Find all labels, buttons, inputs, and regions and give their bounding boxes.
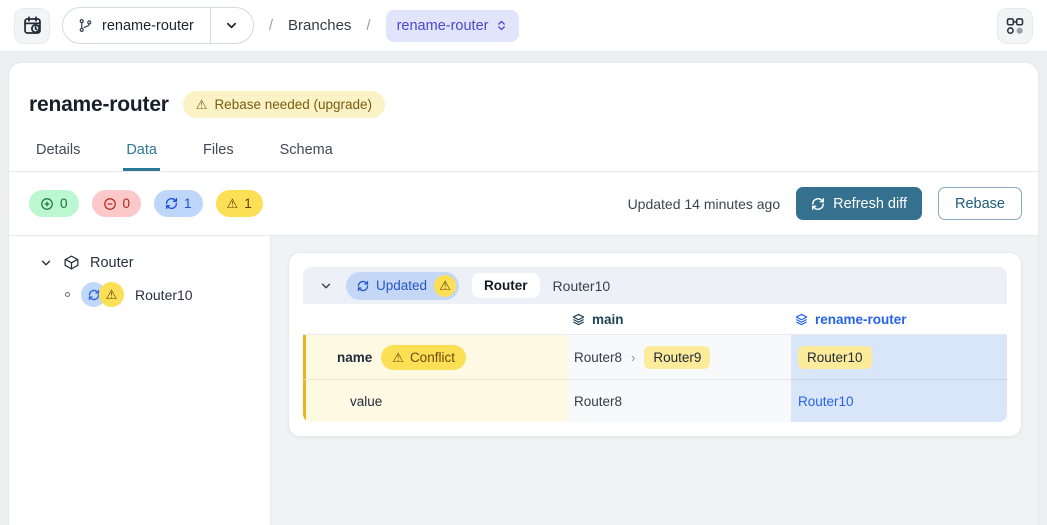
diff-table: Updated ⚠ Router Router10 <box>303 267 1007 422</box>
diff-grid: main rename-router name ⚠ <box>303 304 1007 422</box>
refresh-icon <box>165 197 178 210</box>
conflict-status-icon: ⚠ <box>99 282 124 307</box>
tab-details[interactable]: Details <box>33 142 83 171</box>
breadcrumb-separator: / <box>363 17 373 34</box>
calendar-clock-icon <box>22 15 43 36</box>
change-status-pair: ⚠ <box>81 282 124 307</box>
branch-selector-current[interactable]: rename-router <box>63 18 210 34</box>
refresh-icon <box>811 197 825 211</box>
plus-circle-icon <box>40 197 54 211</box>
conflict-warning-icon: ⚠ <box>434 275 456 297</box>
base-new-value: Router9 <box>644 346 710 369</box>
schema-graph-button[interactable] <box>997 8 1033 44</box>
field-name-label: name <box>337 350 372 365</box>
field-column-header <box>303 304 568 335</box>
base-old-value: Router8 <box>574 350 622 365</box>
updated-count-badge: 1 <box>154 190 203 217</box>
top-navigation-bar: rename-router / Branches / rename-router <box>0 0 1047 52</box>
object-tree-sidebar: Router ⚠ Router10 <box>9 236 271 525</box>
branch-selector-dropdown-toggle[interactable] <box>211 18 253 33</box>
app-logo-button[interactable] <box>14 8 50 44</box>
base-branch-column-header: main <box>568 304 791 335</box>
warning-icon: ⚠ <box>439 279 451 292</box>
diff-row-value-field: value <box>303 380 568 422</box>
target-branch-column-header: rename-router <box>791 304 1007 335</box>
tab-data[interactable]: Data <box>123 142 160 171</box>
diff-summary-bar: 0 0 1 ⚠ 1 Updated 14 minutes ago Refresh… <box>9 172 1038 235</box>
diff-row-name-target-value: Router10 <box>791 335 1007 380</box>
diff-object-header[interactable]: Updated ⚠ Router Router10 <box>303 267 1007 304</box>
page-header: rename-router ⚠ Rebase needed (upgrade) <box>9 63 1038 118</box>
base-branch-name: main <box>592 312 624 327</box>
conflict-count-badge: ⚠ 1 <box>216 190 263 217</box>
chevron-down-icon <box>39 256 53 270</box>
git-branch-icon <box>78 18 93 33</box>
warning-icon: ⚠ <box>392 351 404 364</box>
diff-main-area: Updated ⚠ Router Router10 <box>271 236 1038 525</box>
removed-count-badge: 0 <box>92 190 142 217</box>
page-tabs: Details Data Files Schema <box>9 118 1038 172</box>
change-arrow: › <box>631 350 635 365</box>
updated-conflict-badge: Updated ⚠ <box>346 272 459 300</box>
refresh-diff-button[interactable]: Refresh diff <box>796 187 922 220</box>
warning-icon: ⚠ <box>106 288 118 301</box>
diff-card: Updated ⚠ Router Router10 <box>288 252 1022 437</box>
minus-circle-icon <box>103 197 117 211</box>
rebase-button[interactable]: Rebase <box>938 187 1022 220</box>
refresh-icon <box>357 280 369 292</box>
conflict-badge: ⚠ Conflict <box>381 345 466 370</box>
added-count-badge: 0 <box>29 190 79 217</box>
breadcrumb-separator: / <box>266 17 276 34</box>
diff-row-value-base-value: Router8 <box>568 380 791 422</box>
object-name: Router10 <box>553 278 611 294</box>
target-value: Router10 <box>798 394 854 409</box>
removed-count: 0 <box>123 196 131 211</box>
refresh-diff-label: Refresh diff <box>833 196 907 212</box>
bullet-icon <box>65 292 70 297</box>
target-branch-name: rename-router <box>815 312 907 327</box>
data-diff-content: Router ⚠ Router10 <box>9 235 1038 525</box>
diff-row-name-base-value: Router8 › Router9 <box>568 335 791 380</box>
chevron-down-icon[interactable] <box>319 279 333 293</box>
breadcrumb-current-branch[interactable]: rename-router <box>386 10 520 42</box>
updated-badge-label: Updated <box>376 278 427 293</box>
tab-schema[interactable]: Schema <box>277 142 336 171</box>
branch-selector-label: rename-router <box>102 18 194 34</box>
field-value-label: value <box>350 394 382 409</box>
object-type-pill: Router <box>472 273 540 298</box>
tree-root-label: Router <box>90 255 134 271</box>
added-count: 0 <box>60 196 68 211</box>
breadcrumb-current-label: rename-router <box>397 18 489 34</box>
breadcrumb-branches[interactable]: Branches <box>288 17 351 34</box>
conflict-count: 1 <box>244 196 252 211</box>
conflict-badge-label: Conflict <box>410 350 455 365</box>
tree-node-router[interactable]: Router <box>39 254 270 271</box>
layers-icon <box>572 313 585 326</box>
target-value: Router10 <box>798 346 872 369</box>
rebase-label: Rebase <box>955 196 1005 212</box>
rebase-needed-badge: ⚠ Rebase needed (upgrade) <box>183 91 385 118</box>
tree-node-router10[interactable]: ⚠ Router10 <box>65 282 270 307</box>
chevron-up-down-icon <box>495 19 508 32</box>
warning-icon: ⚠ <box>196 98 208 111</box>
branch-selector[interactable]: rename-router <box>62 7 254 44</box>
diff-row-value-target-value: Router10 <box>791 380 1007 422</box>
base-value: Router8 <box>574 394 622 409</box>
warning-icon: ⚠ <box>227 197 239 210</box>
page-title: rename-router <box>29 93 169 117</box>
diff-row-name-field: name ⚠ Conflict <box>303 335 568 380</box>
branch-page-panel: rename-router ⚠ Rebase needed (upgrade) … <box>8 62 1039 525</box>
updated-count: 1 <box>184 196 192 211</box>
last-updated-text: Updated 14 minutes ago <box>628 196 781 212</box>
box-icon <box>63 254 80 271</box>
workflow-graph-icon <box>1005 16 1025 36</box>
tab-files[interactable]: Files <box>200 142 237 171</box>
layers-icon <box>795 313 808 326</box>
chevron-down-icon <box>224 18 239 33</box>
rebase-needed-label: Rebase needed (upgrade) <box>214 97 372 112</box>
tree-child-label: Router10 <box>135 287 193 303</box>
